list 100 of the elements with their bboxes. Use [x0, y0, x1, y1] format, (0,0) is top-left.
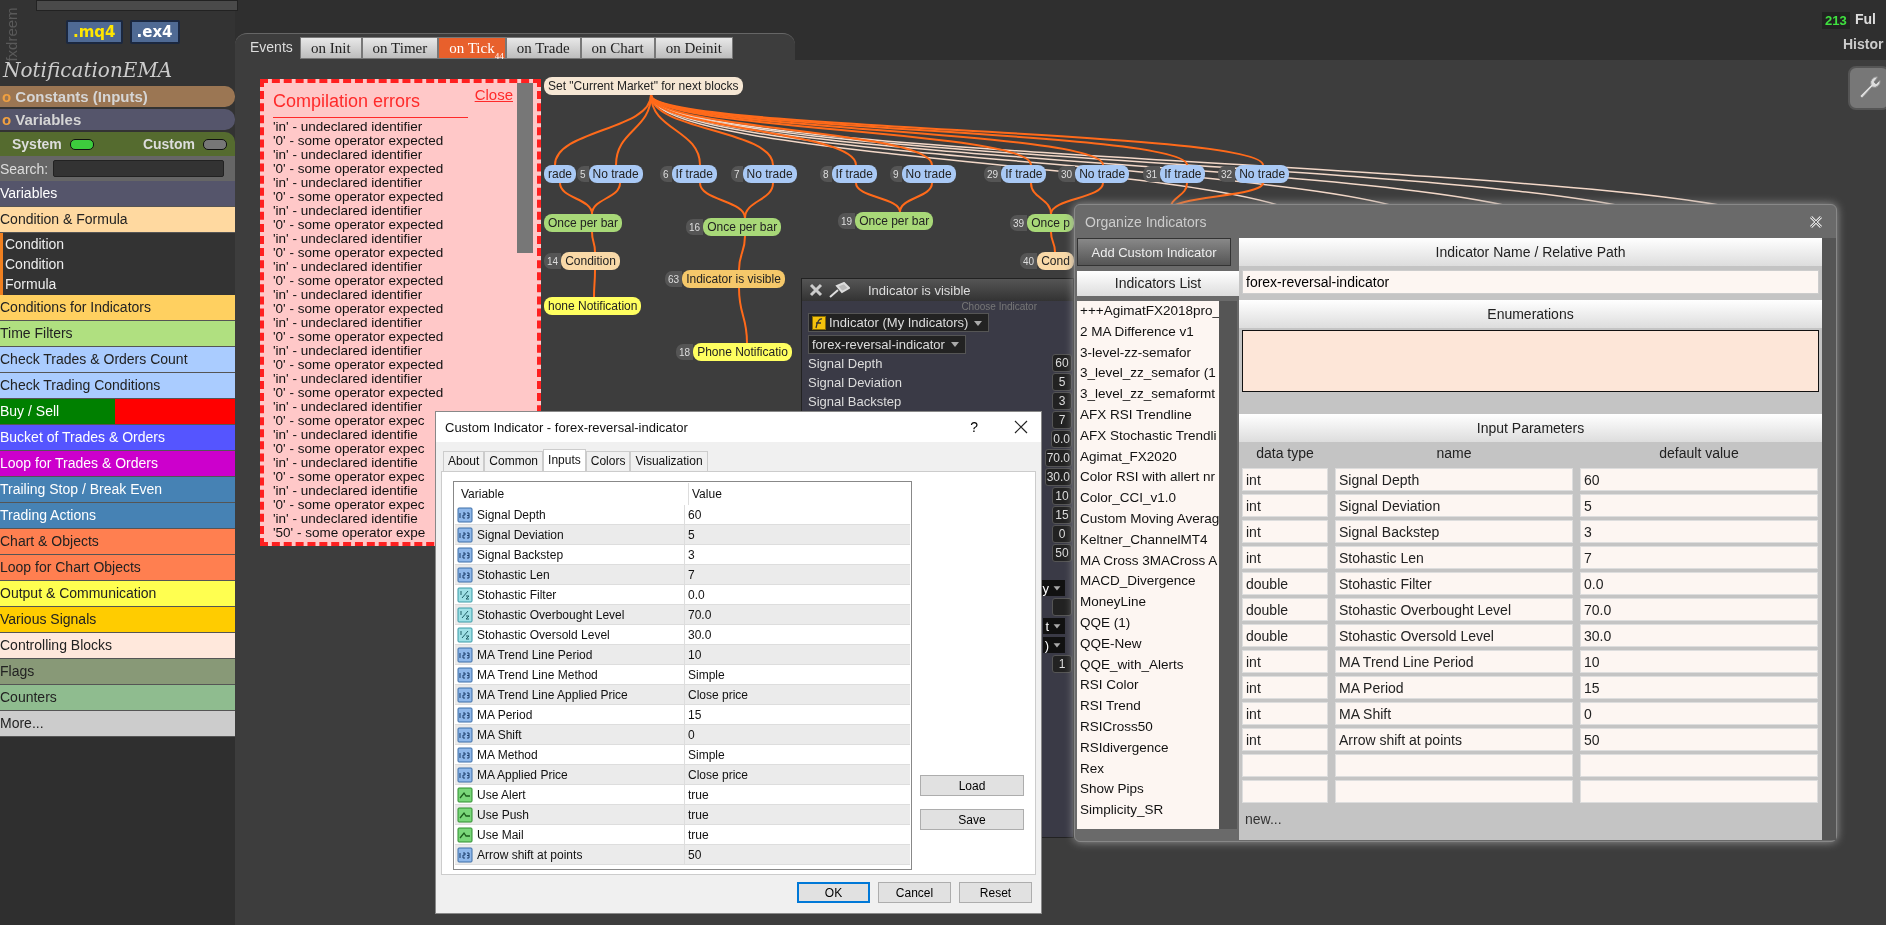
parameter-value-field[interactable]: 3	[1052, 392, 1072, 410]
dialog-tab[interactable]: Inputs	[543, 449, 586, 471]
parameter-value-field[interactable]: 70.0	[1044, 449, 1072, 467]
search-field[interactable]	[53, 160, 225, 177]
parameter-value-field[interactable]: 0	[1052, 525, 1072, 543]
variable-value[interactable]: true	[685, 787, 709, 802]
block-node[interactable]: Once per bar	[855, 212, 934, 230]
name-field[interactable]: Signal Depth	[1335, 468, 1573, 491]
name-field[interactable]: Stohastic Overbought Level	[1335, 598, 1573, 621]
category-item[interactable]: Buy / Sell	[0, 399, 115, 425]
indicator-list-item[interactable]: MA Cross 3MACross A	[1077, 550, 1219, 572]
category-item[interactable]: Condition & Formula	[0, 207, 235, 233]
category-item[interactable]: Loop for Trades & Orders	[0, 451, 235, 477]
enumerations-field[interactable]	[1242, 330, 1819, 392]
category-item[interactable]: More...	[0, 711, 235, 737]
indicator-list-item[interactable]: Rex	[1077, 758, 1219, 780]
parameter-value-field[interactable]: 30.0	[1044, 468, 1072, 486]
name-field[interactable]: Stohastic Len	[1335, 546, 1573, 569]
help-button[interactable]: ?	[964, 418, 984, 436]
name-field[interactable]: Arrow shift at points	[1335, 728, 1573, 751]
indicator-dropdown[interactable]: forex-reversal-indicator	[808, 334, 966, 354]
variable-value[interactable]: 50	[685, 847, 702, 862]
category-item[interactable]: Bucket of Trades & Orders	[0, 425, 235, 451]
block-node[interactable]: No trade	[742, 165, 797, 183]
block-node[interactable]: Once p	[1027, 214, 1074, 232]
indicator-list-item[interactable]: QQE-New	[1077, 633, 1219, 655]
block-node[interactable]: Set "Current Market" for next blocks	[544, 77, 743, 95]
block-node[interactable]: Once per bar	[544, 214, 623, 232]
data-type-field[interactable]: double	[1242, 598, 1328, 621]
add-indicator-button[interactable]: Add Custom Indicator	[1077, 238, 1231, 266]
category-item[interactable]: Trailing Stop / Break Even	[0, 477, 235, 503]
dialog-button[interactable]: Reset	[959, 882, 1032, 903]
data-type-field[interactable]: int	[1242, 676, 1328, 699]
file-format-button[interactable]: .mq4	[66, 20, 123, 44]
block-node[interactable]: Once per bar	[703, 218, 782, 236]
dropdown[interactable]: t	[1043, 618, 1065, 634]
new-link[interactable]: new...	[1242, 811, 1819, 827]
parameter-value-field[interactable]: 0.0	[1051, 430, 1072, 448]
dialog-tab[interactable]: Colors	[585, 451, 631, 471]
default-value-field[interactable]: 0.0	[1580, 572, 1818, 595]
indicator-list-item[interactable]: RSIdivergence	[1077, 737, 1219, 759]
variable-value[interactable]: Simple	[685, 667, 725, 682]
category-item[interactable]: Chart & Objects	[0, 529, 235, 555]
name-field[interactable]: Signal Backstep	[1335, 520, 1573, 543]
indicator-list-item[interactable]: Simplicity_SR	[1077, 800, 1219, 821]
default-value-field[interactable]: 70.0	[1580, 598, 1818, 621]
block-node[interactable]: rade	[544, 165, 577, 183]
indicator-list-item[interactable]: Keltner_ChannelMT4	[1077, 529, 1219, 551]
block-node[interactable]: Cond	[1037, 252, 1074, 270]
indicator-list-item[interactable]: Color RSI with allert nr	[1077, 467, 1219, 489]
name-field[interactable]: MA Period	[1335, 676, 1573, 699]
variable-value[interactable]: Close price	[685, 767, 749, 782]
data-type-field[interactable]: int	[1242, 728, 1328, 751]
toggle-switch[interactable]	[69, 138, 94, 150]
path-field[interactable]: forex-reversal-indicator	[1242, 270, 1819, 294]
parameter-value-field[interactable]: 10	[1052, 487, 1072, 505]
data-type-field[interactable]	[1242, 780, 1328, 803]
indicator-list-item[interactable]: QQE (1)	[1077, 612, 1219, 634]
block-node[interactable]: If trade	[831, 165, 877, 183]
category-item[interactable]: Flags	[0, 659, 235, 685]
category-item[interactable]: Time Filters	[0, 321, 235, 347]
parameter-value-field[interactable]: 7	[1052, 411, 1072, 429]
toggle-switch[interactable]	[203, 138, 227, 150]
scrollbar[interactable]	[517, 83, 533, 253]
indicator-list-item[interactable]: AFX RSI Trendline	[1077, 405, 1219, 426]
variable-value[interactable]: 15	[685, 707, 702, 722]
block-node[interactable]: No trade	[588, 165, 643, 183]
dialog-button[interactable]: Cancel	[878, 882, 951, 903]
default-value-field[interactable]	[1580, 780, 1818, 803]
data-type-field[interactable]: int	[1242, 520, 1328, 543]
variable-value[interactable]: Close price	[685, 687, 749, 702]
variable-value[interactable]: 0	[685, 727, 695, 742]
category-item[interactable]: Variables	[0, 181, 235, 207]
event-tab[interactable]: on Timer	[361, 37, 439, 59]
default-value-field[interactable]: 50	[1580, 728, 1818, 751]
indicator-list-item[interactable]: 3_level_zz_semafor (1	[1077, 363, 1219, 385]
variable-value[interactable]: true	[685, 827, 709, 842]
category-item[interactable]: Check Trades & Orders Count	[0, 347, 235, 373]
data-type-field[interactable]: double	[1242, 572, 1328, 595]
default-value-field[interactable]: 3	[1580, 520, 1818, 543]
indicator-list-item[interactable]: MACD_Divergence	[1077, 571, 1219, 593]
block-node[interactable]: Phone Notificatio	[693, 343, 792, 361]
indicator-list-item[interactable]: 3-level-zz-semafor	[1077, 342, 1219, 364]
indicator-list-item[interactable]: Color_CCI_v1.0	[1077, 488, 1219, 509]
category-item[interactable]: Controlling Blocks	[0, 633, 235, 659]
category-item[interactable]: Loop for Chart Objects	[0, 555, 235, 581]
indicator-list-item[interactable]: 2 MA Difference v1	[1077, 321, 1219, 343]
data-type-field[interactable]: double	[1242, 624, 1328, 647]
name-field[interactable]: Signal Deviation	[1335, 494, 1573, 517]
indicator-list-item[interactable]: MoneyLine	[1077, 592, 1219, 613]
variable-value[interactable]: 70.0	[685, 607, 712, 622]
event-tab[interactable]: on Chart	[580, 37, 655, 59]
data-type-field[interactable]: int	[1242, 468, 1328, 491]
variable-value[interactable]: true	[685, 807, 709, 822]
variable-value[interactable]: 60	[685, 507, 702, 522]
data-type-field[interactable]: int	[1242, 546, 1328, 569]
parameter-value-field[interactable]: 5	[1052, 373, 1072, 391]
value-field[interactable]	[1052, 598, 1072, 616]
indicator-list-item[interactable]: QQE_with_Alerts	[1077, 654, 1219, 676]
block-node[interactable]: If trade	[671, 165, 717, 183]
